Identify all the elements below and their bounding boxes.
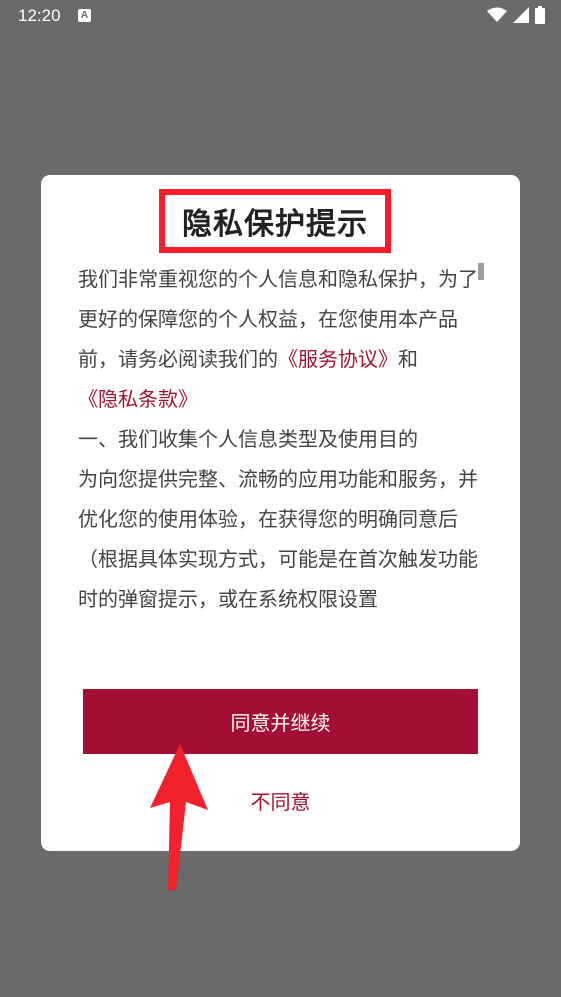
battery-icon xyxy=(535,6,545,24)
and-text: 和 xyxy=(398,347,418,371)
dialog-content[interactable]: 我们非常重视您的个人信息和隐私保护，为了更好的保障您的个人权益，在您使用本产品前… xyxy=(78,259,488,629)
agree-continue-button[interactable]: 同意并继续 xyxy=(83,689,478,754)
red-arrow-icon xyxy=(150,744,208,890)
scrollbar-thumb[interactable] xyxy=(478,263,484,280)
dialog-title: 隐私保护提示 xyxy=(182,207,368,242)
service-agreement-link[interactable]: 《服务协议》 xyxy=(278,347,398,371)
section-paragraph: 为向您提供完整、流畅的应用功能和服务，并优化您的使用体验，在获得您的明确同意后（… xyxy=(78,467,478,611)
signal-icon xyxy=(513,7,529,23)
status-bar: 12:20 A xyxy=(0,0,561,34)
wifi-icon xyxy=(487,7,507,22)
disagree-button[interactable]: 不同意 xyxy=(83,775,478,825)
notification-icon: A xyxy=(78,9,91,22)
title-highlight-box: 隐私保护提示 xyxy=(159,189,391,253)
status-time: 12:20 xyxy=(18,6,61,25)
privacy-dialog: 隐私保护提示 我们非常重视您的个人信息和隐私保护，为了更好的保障您的个人权益，在… xyxy=(41,175,520,851)
privacy-terms-link[interactable]: 《隐私条款》 xyxy=(78,387,198,411)
section-heading: 一、我们收集个人信息类型及使用目的 xyxy=(78,427,418,451)
intro-paragraph: 我们非常重视您的个人信息和隐私保护，为了更好的保障您的个人权益，在您使用本产品前… xyxy=(78,259,488,419)
status-icons xyxy=(487,6,545,24)
